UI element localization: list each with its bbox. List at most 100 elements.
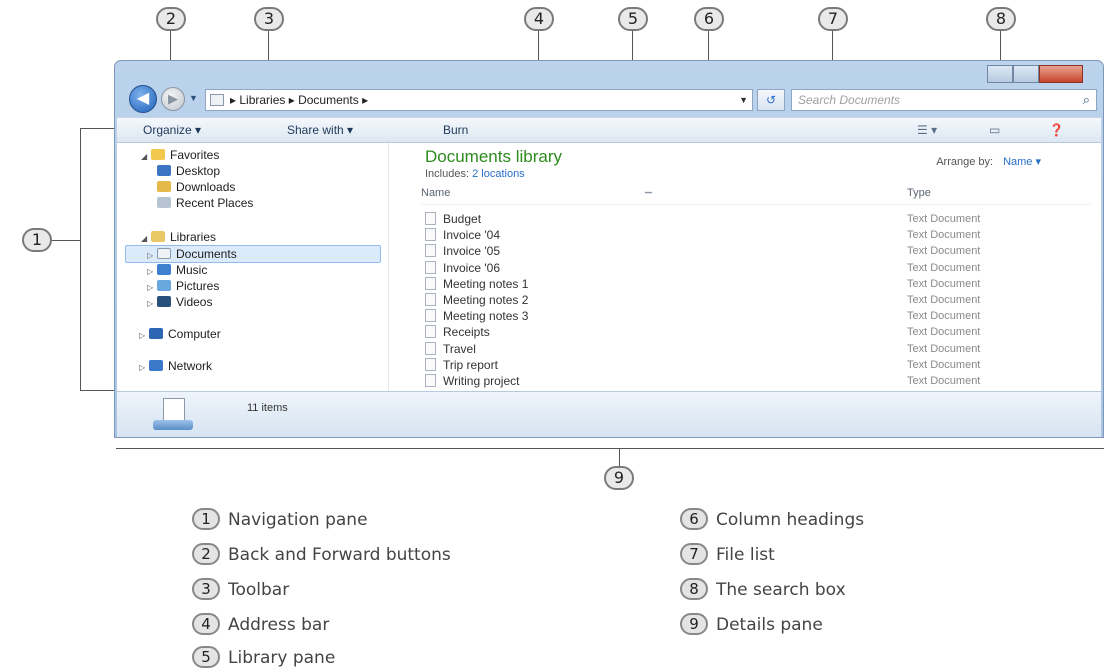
expand-arrow-icon[interactable]: ◢ (141, 149, 151, 165)
organize-button[interactable]: Organize ▾ (143, 123, 201, 137)
includes-label: Includes: (425, 168, 470, 180)
text-document-icon (425, 228, 436, 242)
forward-button[interactable]: ▶ (161, 87, 185, 111)
file-type: Text Document (907, 358, 981, 371)
legend-item-9: 9 Details pane (680, 613, 823, 635)
column-name-header[interactable]: Name (421, 187, 450, 199)
nav-music[interactable]: ▷ Music (147, 262, 207, 278)
nav-videos[interactable]: ▷ Videos (147, 294, 212, 310)
text-document-icon (425, 244, 436, 258)
file-name: Travel (443, 341, 476, 356)
back-button[interactable]: ◀ (129, 85, 157, 113)
file-name: Writing project (443, 373, 520, 388)
legend-item-8: 8 The search box (680, 578, 846, 600)
explorer-window: ◀ ▶ ▼ ▸ Libraries ▸ Documents ▸ ▼ ↺ Sear… (114, 60, 1104, 438)
desktop-icon (157, 165, 171, 176)
nav-computer[interactable]: ▷ Computer (139, 326, 221, 342)
callout-5: 5 (618, 7, 648, 31)
music-icon (157, 264, 171, 275)
legend-label: Toolbar (228, 580, 290, 600)
recent-pages-dropdown[interactable]: ▼ (189, 93, 198, 103)
forward-arrow-icon: ▶ (168, 91, 178, 106)
recent-places-icon (157, 197, 171, 208)
file-row[interactable]: Meeting notes 1 Text Document (425, 276, 1091, 292)
text-document-icon (425, 325, 436, 339)
refresh-button[interactable]: ↺ (757, 89, 785, 111)
text-document-icon (425, 309, 436, 323)
legend-item-6: 6 Column headings (680, 508, 864, 530)
nav-desktop[interactable]: Desktop (157, 163, 220, 179)
nav-pictures[interactable]: ▷ Pictures (147, 278, 219, 294)
bracket-9-h (116, 448, 1104, 449)
locations-link[interactable]: 2 locations (472, 168, 525, 180)
burn-button[interactable]: Burn (443, 123, 468, 137)
arrange-value-dropdown[interactable]: Name ▾ (1003, 156, 1041, 168)
file-row[interactable]: Meeting notes 3 Text Document (425, 308, 1091, 324)
legend-label: Column headings (716, 510, 865, 530)
file-row[interactable]: Travel Text Document (425, 341, 1091, 357)
file-type: Text Document (907, 229, 981, 242)
callout-4: 4 (524, 7, 554, 31)
file-type: Text Document (907, 277, 981, 290)
nav-recent-label: Recent Places (176, 196, 254, 210)
libraries-icon (151, 231, 165, 242)
file-row[interactable]: Trip report Text Document (425, 357, 1091, 373)
nav-libraries[interactable]: ◢ Libraries (141, 229, 216, 245)
share-with-button[interactable]: Share with ▾ (287, 123, 353, 137)
file-name: Receipts (443, 325, 490, 340)
legend-label: Library pane (228, 648, 336, 668)
column-type-header[interactable]: Type (907, 187, 931, 199)
text-document-icon (425, 276, 436, 290)
details-pane: 11 items (117, 391, 1101, 437)
nav-recent-places[interactable]: Recent Places (157, 195, 253, 211)
collapse-arrow-icon[interactable]: ▷ (139, 360, 149, 376)
legend-item-2: 2 Back and Forward buttons (192, 543, 451, 565)
callout-2: 2 (156, 7, 186, 31)
file-type: Text Document (907, 342, 981, 355)
legend-number: 7 (680, 543, 708, 565)
item-count: 11 items (247, 402, 288, 414)
search-box[interactable]: Search Documents ⌕ (791, 89, 1097, 111)
file-type: Text Document (907, 245, 981, 258)
legend-item-7: 7 File list (680, 543, 775, 565)
callout-1: 1 (22, 228, 52, 252)
text-document-icon (425, 212, 436, 225)
file-type: Text Document (907, 326, 981, 339)
library-document-icon (153, 398, 193, 432)
file-row[interactable]: Meeting notes 2 Text Document (425, 292, 1091, 308)
legend-number: 2 (192, 543, 220, 565)
preview-pane-icon[interactable]: ▭ (989, 123, 1000, 137)
file-row[interactable]: Budget Text Document (425, 211, 1091, 227)
nav-documents[interactable]: ▷ Documents (147, 246, 237, 262)
downloads-icon (157, 181, 171, 192)
file-type: Text Document (907, 261, 981, 274)
nav-downloads[interactable]: Downloads (157, 179, 235, 195)
nav-favorites-label: Favorites (170, 148, 220, 162)
collapse-arrow-icon[interactable]: ▷ (147, 296, 157, 312)
file-row[interactable]: Invoice '06 Text Document (425, 260, 1091, 276)
collapse-arrow-icon[interactable]: ▷ (139, 328, 149, 344)
callout-8: 8 (986, 7, 1016, 31)
legend-label: Navigation pane (228, 510, 368, 530)
nav-network[interactable]: ▷ Network (139, 358, 212, 374)
callout-7: 7 (818, 7, 848, 31)
text-document-icon (425, 341, 436, 355)
view-options-icon[interactable]: ☰ ▾ (917, 123, 937, 137)
file-row[interactable]: Writing project Text Document (425, 373, 1091, 389)
legend-number: 9 (680, 613, 708, 635)
file-row[interactable]: Invoice '04 Text Document (425, 227, 1091, 243)
nav-favorites[interactable]: ◢ Favorites (141, 147, 219, 163)
callout-9: 9 (604, 466, 634, 490)
star-icon (151, 149, 165, 160)
file-name: Invoice '05 (443, 244, 500, 259)
help-icon[interactable]: ❓ (1049, 123, 1064, 137)
address-bar[interactable]: ▸ Libraries ▸ Documents ▸ ▼ (205, 89, 753, 111)
file-row[interactable]: Receipts Text Document (425, 324, 1091, 340)
file-row[interactable]: Invoice '05 Text Document (425, 243, 1091, 259)
search-icon[interactable]: ⌕ (1083, 90, 1090, 110)
computer-icon (149, 328, 163, 339)
legend-item-3: 3 Toolbar (192, 578, 289, 600)
leader-line-9 (619, 448, 620, 466)
expand-arrow-icon[interactable]: ◢ (141, 231, 151, 247)
address-dropdown-icon[interactable]: ▼ (739, 90, 748, 110)
